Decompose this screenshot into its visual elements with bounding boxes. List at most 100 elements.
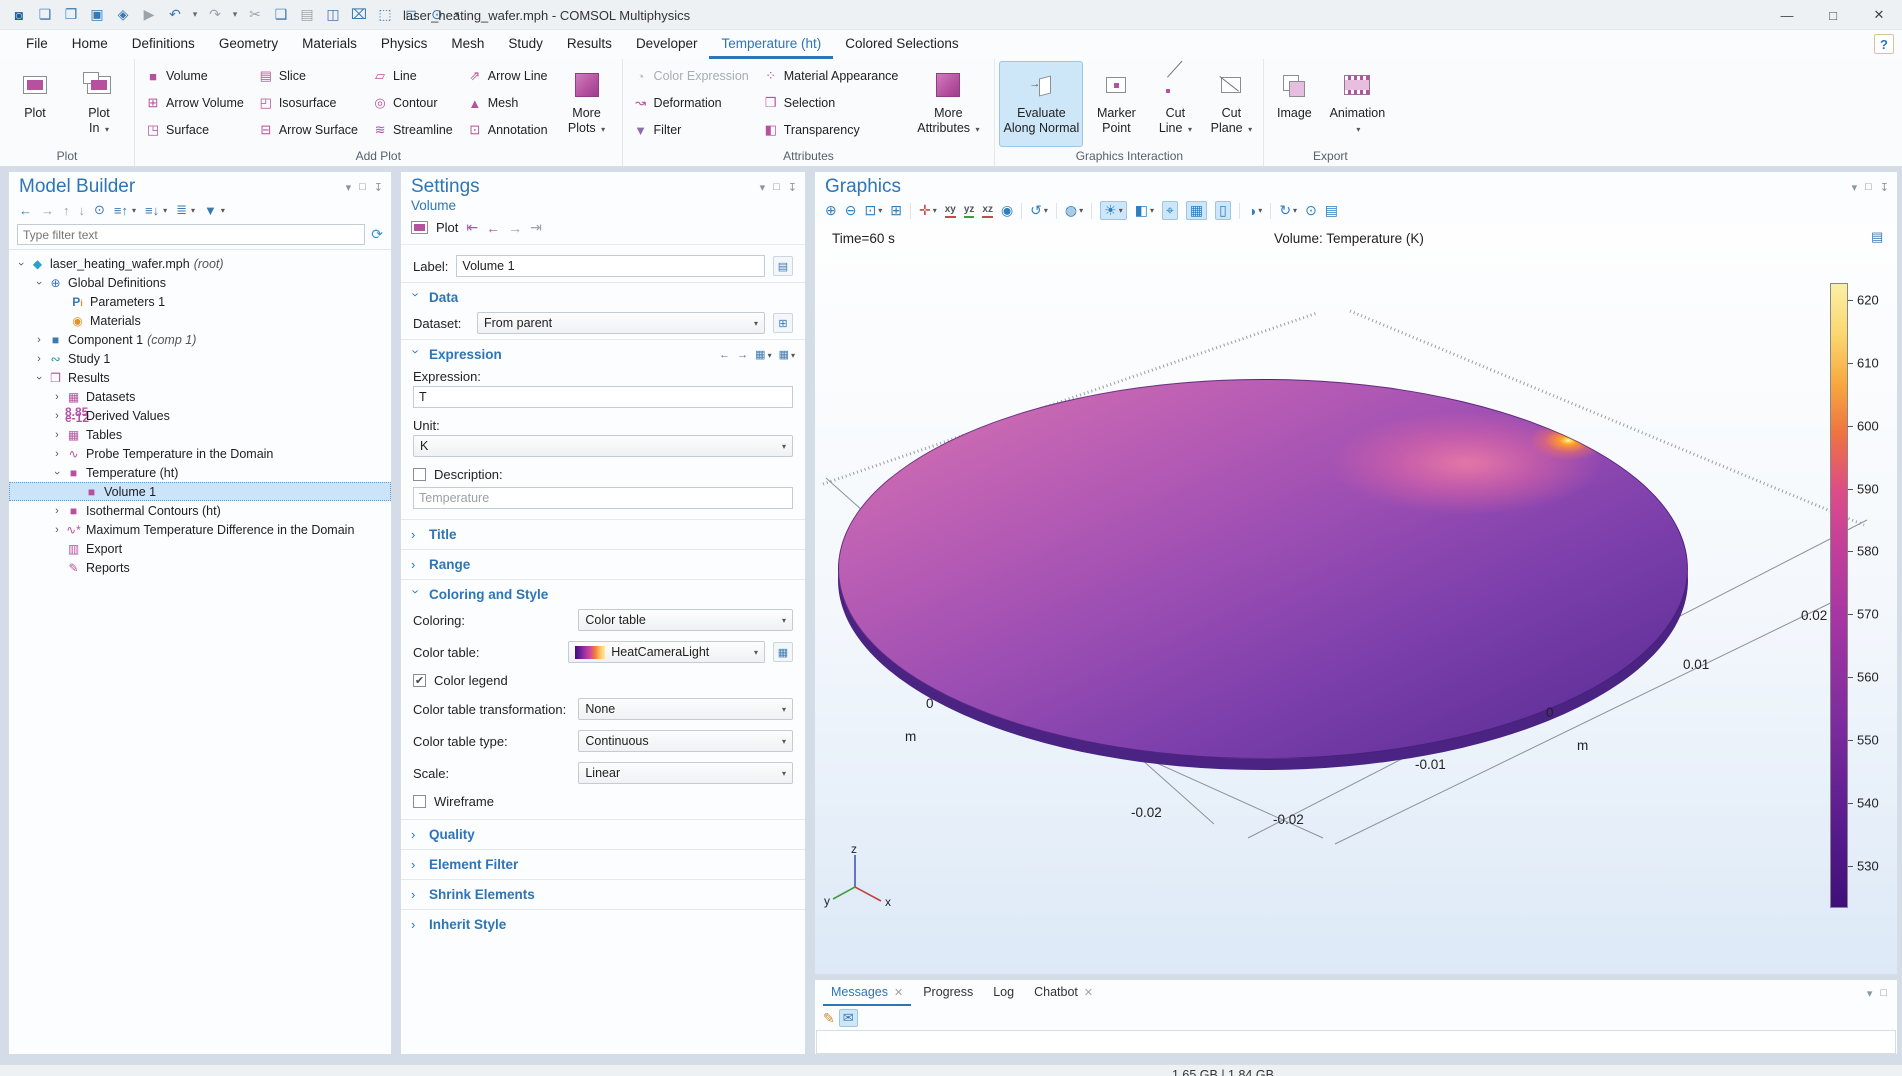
view-xz-icon[interactable]: xz [982, 204, 993, 218]
mail-icon[interactable]: ✉ [839, 1009, 858, 1027]
insert-expression-icon[interactable]: ▦▾ [779, 348, 795, 361]
cut-line-button[interactable]: Cut Line ▾ [1149, 61, 1201, 147]
tab-home[interactable]: Home [60, 30, 120, 59]
annotation-button[interactable]: ⊡Annotation [461, 119, 554, 141]
tree-item-probe-temperature[interactable]: ›∿Probe Temperature in the Domain [9, 444, 391, 463]
section-expression[interactable]: › Expression ← → ▦▾ ▦▾ [401, 340, 805, 369]
expander-icon[interactable]: › [33, 275, 45, 291]
expander-icon[interactable]: › [31, 334, 47, 346]
collapse-caret-icon[interactable]: ▾ [163, 206, 167, 215]
panel-menu-icon[interactable]: ▾ [346, 181, 352, 194]
expander-icon[interactable]: › [49, 524, 65, 536]
tree-item-temperature-ht[interactable]: ›■Temperature (ht) [9, 463, 391, 482]
streamline-button[interactable]: ≋Streamline [366, 119, 459, 141]
wireframe-checkbox[interactable] [413, 795, 426, 808]
plot-in-button[interactable]: Plot In ▾ [68, 61, 130, 147]
toggle-axis-orientation-icon[interactable]: ⌖ [1162, 201, 1178, 220]
tab-mesh[interactable]: Mesh [439, 30, 496, 59]
tree-item-component[interactable]: ›■Component 1(comp 1) [9, 330, 391, 349]
more-attributes-button[interactable]: More Attributes ▾ [906, 61, 990, 147]
tree-item-datasets[interactable]: ›▦Datasets [9, 387, 391, 406]
view-yz-icon[interactable]: yz [964, 204, 975, 218]
color-table-options-icon[interactable]: ▦ [773, 642, 793, 662]
panel-menu-icon[interactable]: ▾ [1867, 987, 1873, 1000]
tab-file[interactable]: File [14, 30, 60, 59]
undo-icon[interactable]: ↶ [164, 4, 186, 26]
first-person-camera-icon[interactable]: ◉ [1001, 202, 1013, 219]
panel-pin-icon[interactable]: ↧ [1880, 181, 1889, 194]
expander-icon[interactable]: › [49, 429, 65, 441]
move-up-icon[interactable]: ↑ [63, 203, 70, 218]
tab-physics[interactable]: Physics [369, 30, 440, 59]
filter-caret-icon[interactable]: ▾ [221, 206, 225, 215]
view-xy-icon[interactable]: xy [945, 204, 956, 218]
zoom-out-icon[interactable]: ⊖ [845, 202, 857, 219]
back-icon[interactable]: ← [19, 203, 32, 218]
cut-icon[interactable]: ✂ [244, 4, 266, 26]
dataset-edit-icon[interactable]: ⊞ [773, 313, 793, 333]
redo-caret-icon[interactable]: ▾ [230, 4, 240, 26]
tree-item-results[interactable]: ›❒Results [9, 368, 391, 387]
run-icon[interactable]: ▶ [138, 4, 160, 26]
section-coloring-and-style[interactable]: › Coloring and Style [401, 580, 805, 609]
minimize-icon[interactable]: — [1764, 0, 1810, 30]
filter-icon[interactable]: ▼ [204, 203, 217, 218]
select-icon[interactable]: ⬚ [374, 4, 396, 26]
tab-geometry[interactable]: Geometry [207, 30, 290, 59]
paste-icon[interactable]: ▤ [296, 4, 318, 26]
filter-button[interactable]: ▼Filter [627, 119, 755, 141]
contour-button[interactable]: ◎Contour [366, 92, 459, 114]
tab-progress[interactable]: Progress [915, 980, 981, 1006]
plot-area[interactable]: Time=60 s Volume: Temperature (K) ▤ 620 … [815, 225, 1897, 974]
section-range[interactable]: › Range [401, 550, 805, 579]
label-options-icon[interactable]: ▤ [773, 256, 793, 276]
tab-messages[interactable]: Messages✕ [823, 980, 911, 1006]
arrow-surface-button[interactable]: ⊟Arrow Surface [252, 119, 364, 141]
more-plots-button[interactable]: More Plots ▾ [556, 61, 618, 147]
plot-last-icon[interactable]: ⇥ [530, 219, 542, 236]
arrow-volume-button[interactable]: ⊞Arrow Volume [139, 92, 250, 114]
tree-item-tables[interactable]: ›▦Tables [9, 425, 391, 444]
plot-first-icon[interactable]: ⇤ [466, 219, 478, 236]
model-tree-node-text-icon[interactable]: ≣ [176, 202, 187, 218]
surface-button[interactable]: ◳Surface [139, 119, 250, 141]
tree-item-volume-1[interactable]: ■Volume 1 [9, 482, 391, 501]
save-icon[interactable]: ▣ [86, 4, 108, 26]
cut-plane-button[interactable]: Cut Plane ▾ [1203, 61, 1259, 147]
tab-log[interactable]: Log [985, 980, 1022, 1006]
print-icon[interactable]: ▤ [1325, 202, 1338, 219]
color-table-transformation-select[interactable]: None▾ [578, 698, 793, 720]
tab-temperature-ht[interactable]: Temperature (ht) [709, 30, 833, 59]
plot-info-icon[interactable]: ▤ [1871, 229, 1889, 245]
panel-float-icon[interactable]: □ [773, 181, 780, 194]
tree-item-export[interactable]: ▥Export [9, 539, 391, 558]
panel-float-icon[interactable]: □ [359, 181, 366, 194]
tab-results[interactable]: Results [555, 30, 624, 59]
maximize-icon[interactable]: □ [1810, 0, 1856, 30]
forward-icon[interactable]: → [41, 203, 54, 218]
zoom-box-icon[interactable]: ⊡▾ [864, 202, 882, 219]
duplicate-icon[interactable]: ◫ [322, 4, 344, 26]
panel-menu-icon[interactable]: ▾ [760, 181, 766, 194]
expand-all-icon[interactable]: ≡↑ [114, 203, 128, 218]
volume-button[interactable]: ■Volume [139, 65, 250, 87]
arrow-line-button[interactable]: ⇗Arrow Line [461, 65, 554, 87]
expression-next-icon[interactable]: → [737, 349, 748, 361]
selection-button[interactable]: ❒Selection [757, 92, 905, 114]
expander-icon[interactable]: › [51, 465, 63, 481]
tab-materials[interactable]: Materials [290, 30, 369, 59]
section-quality[interactable]: › Quality [401, 820, 805, 849]
coloring-select[interactable]: Color table▾ [578, 609, 793, 631]
go-to-view-icon[interactable]: ✛▾ [919, 202, 937, 219]
panel-float-icon[interactable]: □ [1865, 181, 1872, 194]
clear-messages-icon[interactable]: ✎ [823, 1010, 835, 1027]
tab-chatbot[interactable]: Chatbot✕ [1026, 980, 1101, 1006]
tree-item-materials[interactable]: ◉Materials [9, 311, 391, 330]
mesh-button[interactable]: ▲Mesh [461, 92, 554, 114]
zoom-in-icon[interactable]: ⊕ [825, 202, 837, 219]
panel-pin-icon[interactable]: ↧ [788, 181, 797, 194]
tab-definitions[interactable]: Definitions [120, 30, 207, 59]
close-tab-icon[interactable]: ✕ [894, 986, 903, 999]
open-file-icon[interactable]: ❐ [60, 4, 82, 26]
plot-next-icon[interactable]: → [508, 220, 522, 236]
